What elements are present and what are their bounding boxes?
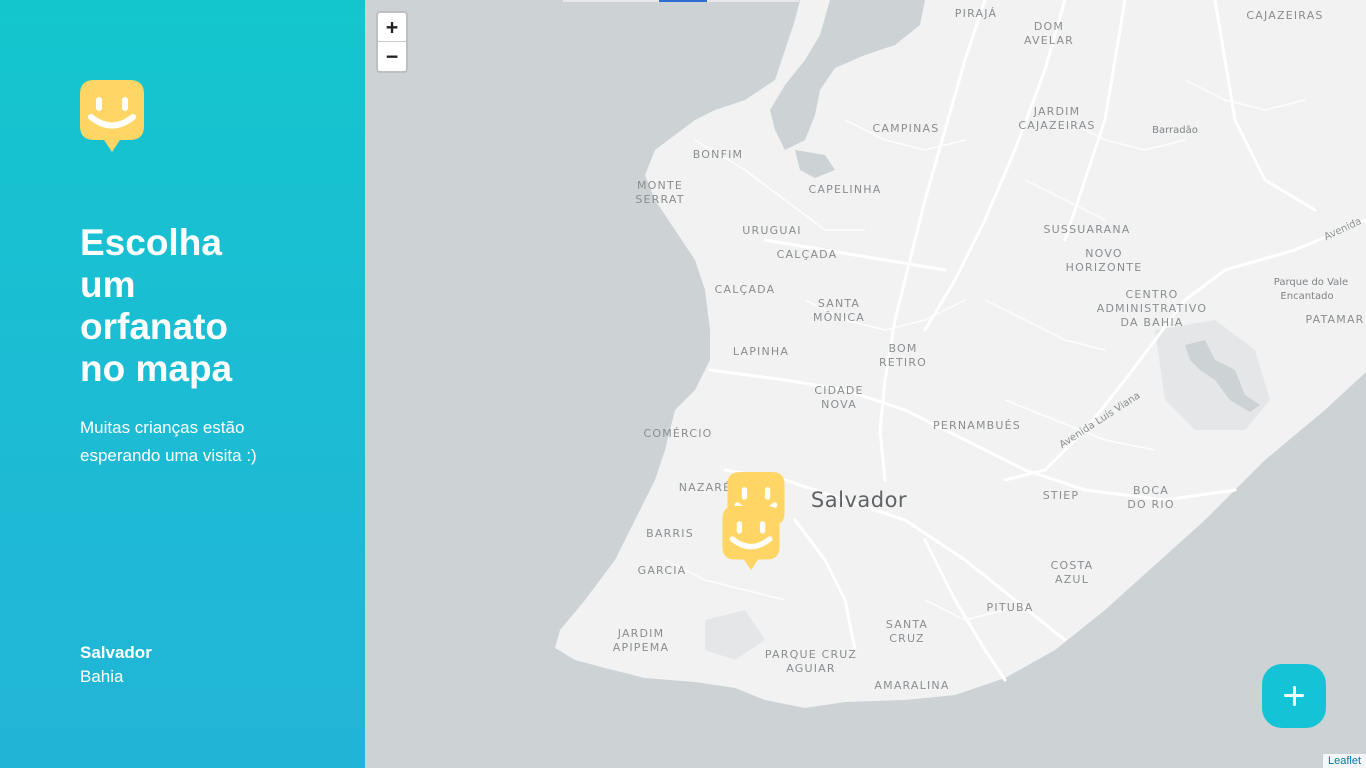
- map-label: PATAMAR: [1305, 313, 1365, 326]
- map-label: NOVA: [821, 398, 857, 411]
- map-label: MÔNICA: [812, 311, 866, 324]
- map-label: NOVO: [1085, 247, 1123, 260]
- map-label: PITUBA: [986, 601, 1034, 614]
- map-label: DO RIO: [1127, 498, 1175, 511]
- title-line: um: [80, 264, 136, 305]
- map-tiles: [555, 0, 1366, 708]
- create-orphanage-button[interactable]: [1262, 664, 1326, 728]
- map-label: CRUZ: [889, 632, 925, 645]
- sidebar: Escolha um orfanato no mapa Muitas crian…: [0, 0, 365, 768]
- map-label: HORIZONTE: [1065, 261, 1143, 274]
- map-label: Barradão: [1152, 125, 1198, 136]
- map-label: AZUL: [1054, 573, 1090, 586]
- map-label: CIDADE: [814, 384, 864, 397]
- map-label: SANTA: [885, 618, 929, 631]
- map-label: BARRIS: [646, 527, 694, 540]
- title-line: Escolha: [80, 222, 222, 263]
- map-label: CENTRO: [1125, 288, 1179, 301]
- zoom-out-button[interactable]: −: [378, 42, 406, 71]
- page-subtitle: Muitas crianças estão esperando uma visi…: [80, 418, 257, 465]
- location-state: Bahia: [80, 667, 124, 686]
- map-label: PERNAMBUÉS: [932, 419, 1022, 432]
- map-label: AMARALINA: [874, 679, 950, 692]
- orphanage-marker[interactable]: [722, 506, 780, 572]
- map-attribution[interactable]: Leaflet: [1322, 754, 1366, 768]
- page-title: Escolha um orfanato no mapa: [80, 222, 310, 390]
- map-label: BOM: [888, 342, 918, 355]
- map-label: LAPINHA: [732, 345, 790, 358]
- map-label: JARDIM: [617, 627, 665, 640]
- map-label: SUSSUARANA: [1043, 223, 1131, 236]
- map-label: AVELAR: [1023, 34, 1075, 47]
- map-label: CAMPINAS: [872, 122, 940, 135]
- map-label: JARDIM: [1033, 105, 1081, 118]
- map-label: PIRAJÁ: [954, 7, 998, 20]
- map-label: URUGUAI: [742, 224, 802, 237]
- map-label: NAZARÉ: [678, 481, 732, 494]
- map-container[interactable]: PIRAJÁ DOM AVELAR CAJAZEIRAS CAMPINAS JA…: [365, 0, 1366, 768]
- map-label: DOM: [1033, 20, 1065, 33]
- location-city: Salvador: [80, 643, 152, 662]
- zoom-control: + −: [376, 11, 408, 73]
- map-label: MONTE: [636, 179, 684, 192]
- map-label: RETIRO: [878, 356, 928, 369]
- title-line: no mapa: [80, 348, 233, 389]
- map-label: CAJAZEIRAS: [1246, 9, 1324, 22]
- map-label: ADMINISTRATIVO: [1096, 302, 1208, 315]
- map-label: PARQUE CRUZ: [764, 648, 858, 661]
- map-label: SERRAT: [635, 193, 685, 206]
- map-label: DA BAHIA: [1120, 316, 1184, 329]
- map-label: APIPEMA: [612, 641, 670, 654]
- map-label: BOCA: [1132, 484, 1170, 497]
- map-label: CAJAZEIRAS: [1018, 119, 1096, 132]
- map-label: BONFIM: [692, 148, 744, 161]
- title-line: orfanato: [80, 306, 228, 347]
- map-label: CALÇADA: [776, 248, 838, 261]
- map-label: STIEP: [1042, 489, 1080, 502]
- map-label: GARCIA: [637, 564, 687, 577]
- map-label: AGUIAR: [786, 662, 836, 675]
- map-label: COSTA: [1050, 559, 1094, 572]
- map-label: COMÉRCIO: [643, 427, 713, 440]
- zoom-in-button[interactable]: +: [378, 13, 406, 42]
- map-label: Parque do Vale: [1273, 277, 1349, 288]
- happy-face-pin-icon: [80, 80, 144, 152]
- tile-loading-bar-accent: [659, 0, 707, 2]
- map-label: SANTA: [817, 297, 861, 310]
- map-label: CAPELINHA: [808, 183, 882, 196]
- map-city-label: Salvador: [810, 488, 908, 512]
- map-label: Encantado: [1280, 291, 1334, 302]
- map-label: CALÇADA: [714, 283, 776, 296]
